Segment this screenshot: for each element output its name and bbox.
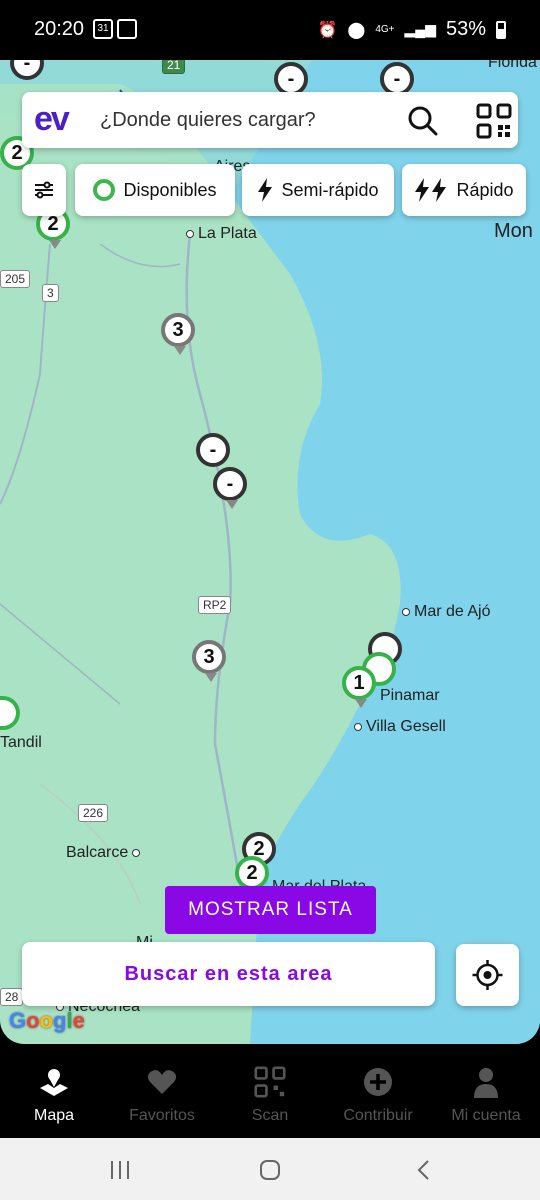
place-label: Tandil xyxy=(0,734,42,751)
qr-scan-icon xyxy=(254,1066,286,1098)
calendar-icon: 31 xyxy=(93,19,113,39)
battery-icon xyxy=(496,20,506,39)
user-icon xyxy=(474,1068,498,1098)
search-icon[interactable] xyxy=(406,104,438,136)
place-label: Pinamar xyxy=(380,687,440,704)
crosshair-icon xyxy=(472,960,503,990)
map-pin-icon xyxy=(40,1069,68,1096)
nav-account[interactable]: Mi cuenta xyxy=(432,1052,540,1138)
search-this-area-button[interactable]: Buscar en esta area xyxy=(22,942,435,1006)
network-type: 4G+ xyxy=(375,24,395,35)
charger-marker[interactable]: 3 xyxy=(192,640,226,682)
place-label: Balcarce xyxy=(66,844,144,862)
lightning-icon xyxy=(258,178,273,202)
place-label: La Plata xyxy=(186,225,257,243)
road-la-plata xyxy=(99,243,181,268)
nav-contribute[interactable]: Contribuir xyxy=(324,1052,432,1138)
nav-label: Mapa xyxy=(33,1107,75,1124)
heart-icon xyxy=(147,1070,177,1094)
nav-label: Mi cuenta xyxy=(451,1107,521,1124)
google-logo: Google xyxy=(9,1008,85,1033)
back-icon[interactable] xyxy=(412,1158,436,1182)
road-sign: 226 xyxy=(78,804,109,822)
charger-marker[interactable]: - xyxy=(213,467,247,509)
search-bar[interactable]: ev ¿Donde quieres cargar? xyxy=(22,92,518,148)
charger-marker[interactable]: - xyxy=(380,62,414,96)
place-name: Villa Gesell xyxy=(366,718,446,735)
road-sign: RP2 xyxy=(198,596,232,614)
filter-settings-button[interactable] xyxy=(22,164,66,216)
available-ring-icon xyxy=(93,179,116,201)
chip-label: Rápido xyxy=(456,179,514,200)
nav-label: Scan xyxy=(251,1107,289,1124)
recent-apps-icon[interactable] xyxy=(108,1158,132,1182)
plus-circle-icon xyxy=(364,1068,392,1096)
gallery-icon xyxy=(117,19,137,39)
qr-code-icon[interactable] xyxy=(476,103,512,139)
road-sign: 28 xyxy=(0,988,24,1006)
place-label: Mon xyxy=(494,220,533,242)
place-name: Balcarce xyxy=(66,844,129,861)
chip-label: Disponibles xyxy=(123,179,217,200)
status-time: 20:20 xyxy=(34,18,85,40)
status-bar: 20:20 31 ⏰ ⬤ 4G+ ▂▄▆ 53% xyxy=(0,0,540,60)
road-rp2 xyxy=(185,233,244,895)
show-list-button[interactable]: MOSTRAR LISTA xyxy=(165,886,376,934)
filter-semi-fast-chip[interactable]: Semi-rápido xyxy=(242,164,394,216)
place-name: La Plata xyxy=(198,225,257,242)
my-location-button[interactable] xyxy=(456,944,519,1006)
nav-label: Contribuir xyxy=(343,1107,413,1124)
nav-favorites[interactable]: Favoritos xyxy=(108,1052,216,1138)
sliders-icon xyxy=(35,181,53,199)
chip-label: Semi-rápido xyxy=(281,179,379,200)
road-sign: 205 xyxy=(0,270,31,288)
system-navigation-bar xyxy=(0,1138,540,1200)
alarm-icon: ⏰ xyxy=(317,21,338,39)
status-right: ⏰ ⬤ 4G+ ▂▄▆ 53% xyxy=(317,18,506,41)
battery-percent: 53% xyxy=(445,18,486,40)
location-icon: ⬤ xyxy=(347,21,366,39)
place-label: Mar de Ajó xyxy=(402,603,490,621)
ev-logo: ev xyxy=(34,100,70,138)
place-name: Mar de Ajó xyxy=(414,603,491,620)
road-sign: 3 xyxy=(42,284,59,302)
nav-label: Favoritos xyxy=(129,1107,195,1124)
charger-marker[interactable]: - xyxy=(274,62,308,96)
signal-icon: ▂▄▆ xyxy=(404,21,436,37)
charger-marker[interactable]: 2 xyxy=(235,856,269,890)
search-input[interactable]: ¿Donde quieres cargar? xyxy=(100,109,316,132)
road-west xyxy=(0,603,121,705)
filter-fast-chip[interactable]: Rápido xyxy=(402,164,526,216)
double-lightning-icon xyxy=(415,178,447,202)
home-icon[interactable] xyxy=(258,1158,282,1182)
bottom-navigation: Mapa Favoritos Scan Contribuir Mi cuenta xyxy=(0,1052,540,1138)
charger-marker[interactable]: 1 xyxy=(342,666,376,708)
place-label: Villa Gesell xyxy=(354,718,446,736)
filter-available-chip[interactable]: Disponibles xyxy=(75,164,235,216)
nav-scan[interactable]: Scan xyxy=(216,1052,324,1138)
charger-marker[interactable]: - xyxy=(196,433,230,467)
nav-map[interactable]: Mapa xyxy=(0,1052,108,1138)
charger-marker[interactable]: 3 xyxy=(161,313,195,355)
